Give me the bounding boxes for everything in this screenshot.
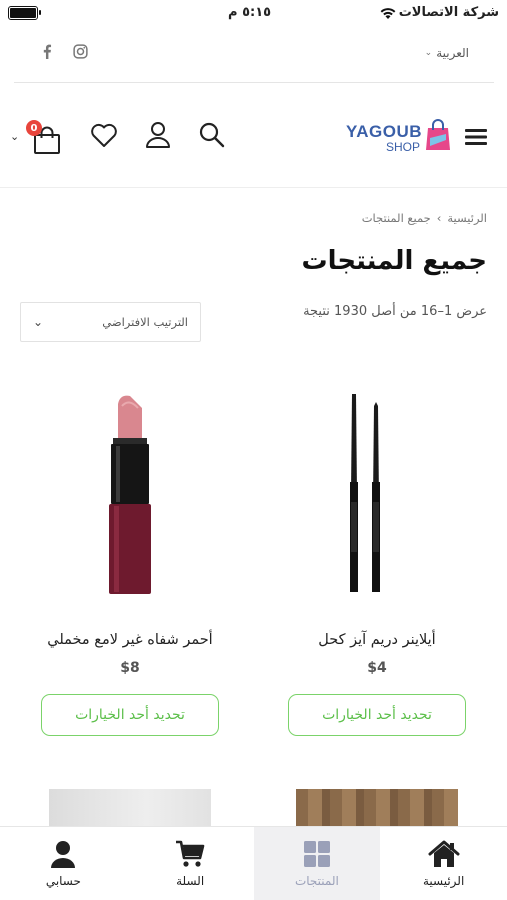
search-icon[interactable]: [198, 121, 226, 149]
tab-home[interactable]: الرئيسية: [380, 827, 507, 900]
product-image[interactable]: [296, 789, 458, 829]
language-selector[interactable]: العربية ⌄: [425, 46, 469, 60]
tab-label: المنتجات: [294, 873, 339, 888]
chevron-down-icon: ⌄: [10, 130, 20, 143]
product-image[interactable]: [49, 789, 211, 829]
breadcrumb-current: جميع المنتجات: [361, 211, 431, 225]
product-name[interactable]: أحمر شفاه غير لامع مخملي: [10, 632, 250, 648]
product-name[interactable]: أيلاينر دريم آيز كحل: [257, 632, 497, 648]
home-icon: [428, 840, 460, 867]
facebook-icon[interactable]: [42, 44, 52, 63]
battery-icon: [8, 6, 41, 20]
breadcrumb-home[interactable]: الرئيسية: [447, 211, 487, 225]
grid-icon: [303, 840, 330, 867]
logo-sub-text: SHOP: [386, 140, 421, 154]
tab-label: الرئيسية: [422, 873, 465, 888]
tab-label: السلة: [176, 873, 205, 888]
status-bar: ٥:١٥ م شركة الاتصالات: [0, 0, 507, 28]
language-label: العربية: [436, 46, 469, 60]
sort-selected: الترتيب الافتراضي: [102, 315, 188, 329]
tab-label: حسابي: [45, 873, 81, 888]
main-header: ⌄ 0 YAGOUB SHOP: [0, 100, 507, 170]
tab-cart[interactable]: السلة: [127, 827, 254, 900]
hamburger-menu-icon[interactable]: [465, 128, 487, 146]
status-time: ٥:١٥ م: [228, 5, 272, 20]
instagram-icon[interactable]: [73, 44, 88, 63]
cart-count-badge: 0: [26, 120, 42, 136]
sort-dropdown[interactable]: الترتيب الافتراضي ⌄: [20, 302, 201, 342]
carrier-name: شركة الاتصالات: [398, 5, 499, 20]
page-title: جميع المنتجات: [301, 246, 487, 276]
breadcrumb-separator: ›: [436, 211, 442, 225]
result-count: عرض 1–16 من أصل 1930 نتيجة: [303, 304, 487, 319]
divider: [0, 187, 507, 188]
divider: [14, 82, 494, 83]
tab-account[interactable]: حسابي: [0, 827, 127, 900]
chevron-down-icon: ⌄: [424, 48, 433, 58]
cart-button[interactable]: ⌄ 0: [10, 120, 66, 156]
user-icon: [51, 840, 76, 868]
product-image-lipstick[interactable]: [30, 382, 230, 612]
product-price: $8: [120, 660, 140, 676]
product-price: $4: [367, 660, 387, 676]
shopping-bag-logo-icon: [426, 119, 450, 150]
top-bar: العربية ⌄: [0, 30, 507, 82]
heart-icon[interactable]: [90, 122, 118, 148]
logo-main-text: YAGOUB: [346, 122, 423, 141]
yagoub-shop-logo[interactable]: YAGOUB SHOP: [346, 118, 456, 158]
breadcrumb: الرئيسية › جميع المنتجات: [362, 211, 487, 225]
chevron-down-icon: ⌄: [33, 315, 44, 329]
cart-icon: [176, 840, 205, 867]
select-options-button[interactable]: تحديد أحد الخيارات: [41, 694, 219, 736]
wifi-icon: [380, 8, 396, 19]
tab-products[interactable]: المنتجات: [253, 827, 381, 900]
user-icon[interactable]: [144, 120, 172, 148]
product-image-eyeliner[interactable]: [276, 382, 476, 612]
bottom-tab-bar: حسابي السلة المنتجات الرئيسية: [0, 826, 507, 900]
select-options-button[interactable]: تحديد أحد الخيارات: [288, 694, 466, 736]
